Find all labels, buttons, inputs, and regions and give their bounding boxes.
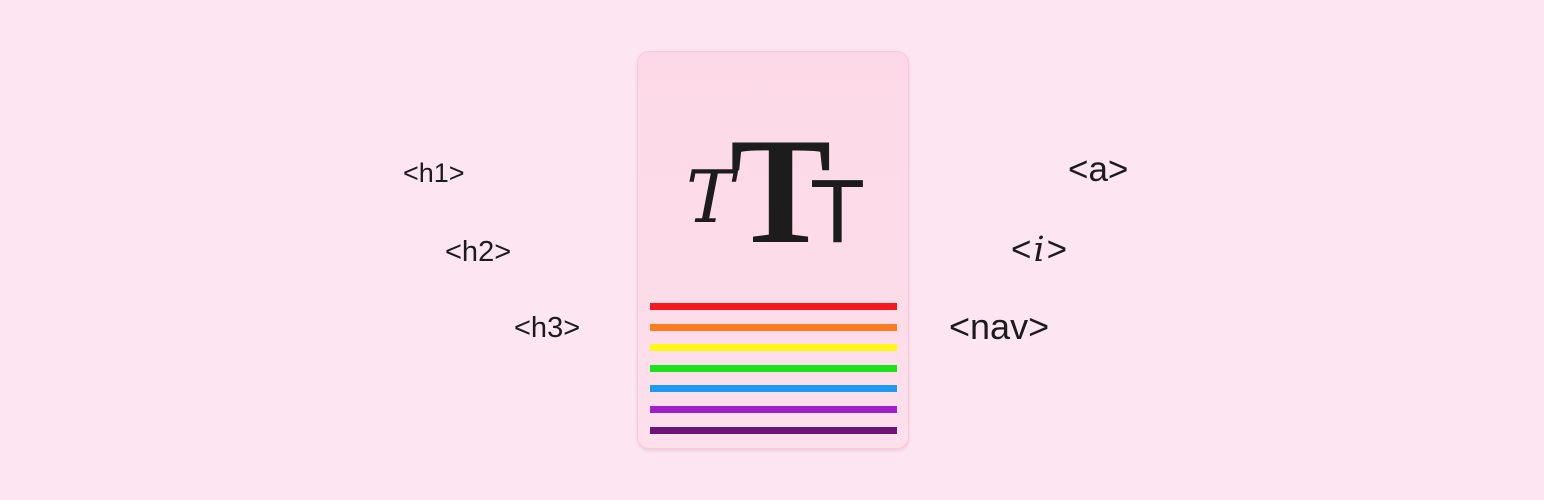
rainbow-stripe: [650, 426, 897, 434]
tag-label-h1: <h1>: [403, 158, 465, 188]
small-t-glyph: T: [810, 162, 865, 252]
tag-label-h3: <h3>: [514, 312, 581, 344]
typography-icon: T T T: [686, 122, 865, 252]
tag-i-letter: i: [1033, 230, 1045, 270]
typography-card: T T T: [637, 51, 909, 449]
tag-label-nav: <nav>: [949, 306, 1050, 347]
rainbow-stripe: [650, 364, 897, 372]
tag-i-close: >: [1046, 230, 1068, 269]
tag-i-open: <: [1011, 230, 1032, 269]
rainbow-stripe: [650, 344, 897, 352]
rainbow-stripe: [650, 385, 897, 393]
rainbow-stripe: [650, 406, 897, 413]
rainbow-stripe: [650, 303, 897, 310]
tag-label-i: <i>: [1011, 232, 1067, 268]
tag-label-h2: <h2>: [445, 236, 512, 268]
tag-label-a: <a>: [1068, 150, 1129, 189]
rainbow-stripe: [650, 323, 897, 331]
